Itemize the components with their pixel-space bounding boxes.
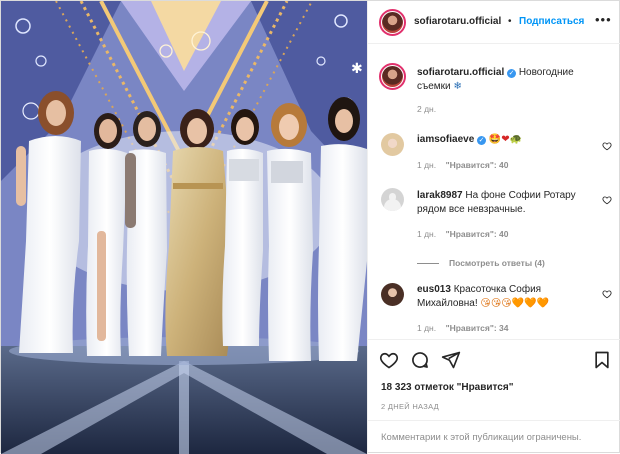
comment-username[interactable]: larak8987 (417, 190, 463, 201)
comment-username[interactable]: iamsofiaeve (417, 134, 474, 145)
post-photo[interactable]: ✱ (1, 1, 367, 454)
caption-avatar[interactable] (379, 63, 406, 90)
likes-count[interactable]: 18 323 отметок "Нравится" (381, 382, 513, 393)
heart-outline-icon[interactable] (379, 350, 399, 370)
comment-age[interactable]: 1 дн. (417, 160, 436, 170)
verified-badge-icon: ✓ (507, 69, 517, 78)
heart-outline-icon[interactable] (602, 289, 612, 299)
comment-avatar[interactable] (381, 133, 404, 156)
comment-bubble-icon[interactable] (410, 350, 430, 370)
comment-text: eus013 Красоточка София Михайловна! 😘😘😘🧡… (417, 283, 597, 311)
caption-age[interactable]: 2 дн. (417, 104, 436, 114)
comments-list: sofiarotaru.official ✓ Новогодние съемки… (368, 45, 620, 338)
follow-button[interactable]: Подписаться (519, 16, 584, 27)
comment-text: iamsofiaeve ✓ 🤩❤🐢 (417, 133, 597, 147)
comment-meta: 1 дн. "Нравится": 40 (417, 160, 509, 170)
comment-likes[interactable]: "Нравится": 34 (446, 323, 509, 333)
comment-emoji: 😘😘😘🧡🧡🧡 (480, 298, 550, 309)
comment-meta: 1 дн. "Нравится": 34 (417, 323, 509, 333)
comments-disabled-bar: Комментарии к этой публикации ограничены… (368, 420, 620, 454)
svg-text:✱: ✱ (351, 61, 363, 77)
caption-username[interactable]: sofiarotaru.official (417, 67, 504, 78)
replies-divider (417, 263, 439, 264)
comment-age[interactable]: 1 дн. (417, 229, 436, 239)
post-side-panel: sofiarotaru.official • Подписаться ••• s… (367, 1, 620, 454)
comment-username[interactable]: eus013 (417, 284, 451, 295)
post-date[interactable]: 2 ДНЕЙ НАЗАД (381, 402, 439, 411)
author-avatar[interactable] (379, 9, 406, 36)
comment-meta: 1 дн. "Нравится": 40 (417, 229, 509, 239)
comment-likes[interactable]: "Нравится": 40 (446, 160, 509, 170)
comments-disabled-text: Комментарии к этой публикации ограничены… (381, 432, 582, 443)
comment-avatar[interactable] (381, 188, 404, 211)
paper-plane-icon[interactable] (441, 350, 461, 370)
comment-emoji: 🤩❤🐢 (488, 134, 523, 145)
comment-likes[interactable]: "Нравится": 40 (446, 229, 509, 239)
comment-age[interactable]: 1 дн. (417, 323, 436, 333)
view-replies-button[interactable]: Посмотреть ответы (4) (449, 258, 545, 268)
author-username[interactable]: sofiarotaru.official (414, 16, 501, 27)
post-photo-illustration: ✱ (1, 1, 367, 454)
more-options-icon[interactable]: ••• (595, 12, 612, 27)
comment-avatar[interactable] (381, 283, 404, 306)
post-modal: ✱ sofiarotaru.official • Подписаться •••… (0, 0, 620, 454)
heart-outline-icon[interactable] (602, 141, 612, 151)
post-header: sofiarotaru.official • Подписаться ••• (368, 1, 620, 44)
bookmark-icon[interactable] (592, 350, 612, 370)
caption-text: sofiarotaru.official ✓ Новогодние съемки… (417, 66, 607, 94)
header-separator: • (508, 16, 512, 27)
post-actions: 18 323 отметок "Нравится" 2 ДНЕЙ НАЗАД (368, 339, 620, 429)
verified-badge-icon: ✓ (477, 136, 487, 145)
comment-text: larak8987 На фоне Софии Ротару рядом все… (417, 189, 597, 217)
snowflake-icon: ❄ (453, 81, 462, 92)
heart-outline-icon[interactable] (602, 195, 612, 205)
